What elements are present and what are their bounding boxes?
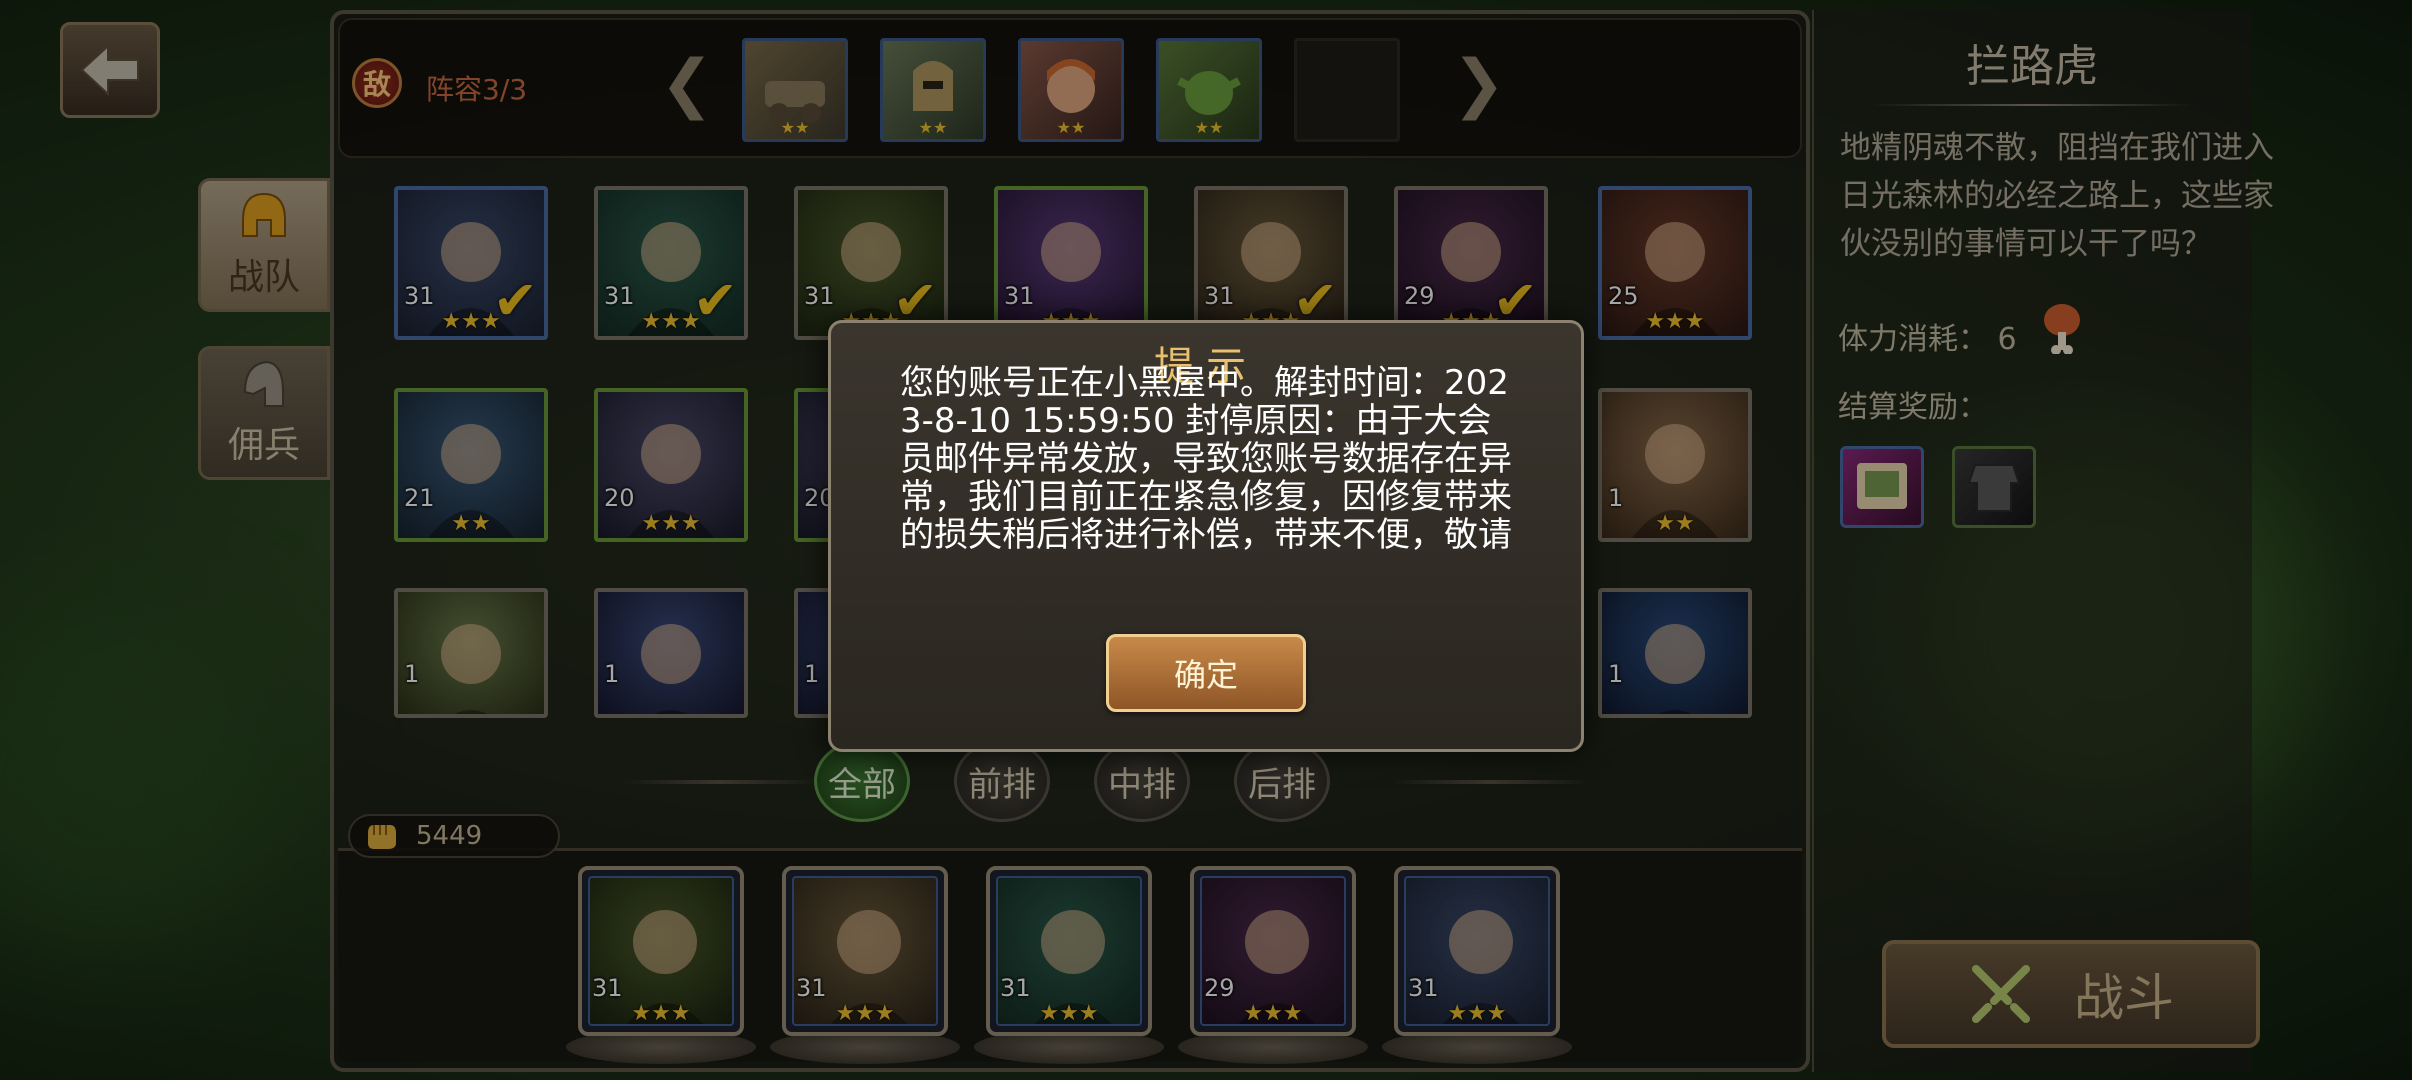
confirm-button[interactable]: 确定 bbox=[1106, 634, 1306, 712]
dialog-message: 您的账号正在小黑屋中。解封时间：2023-8-10 15:59:50 封停原因：… bbox=[900, 364, 1512, 555]
